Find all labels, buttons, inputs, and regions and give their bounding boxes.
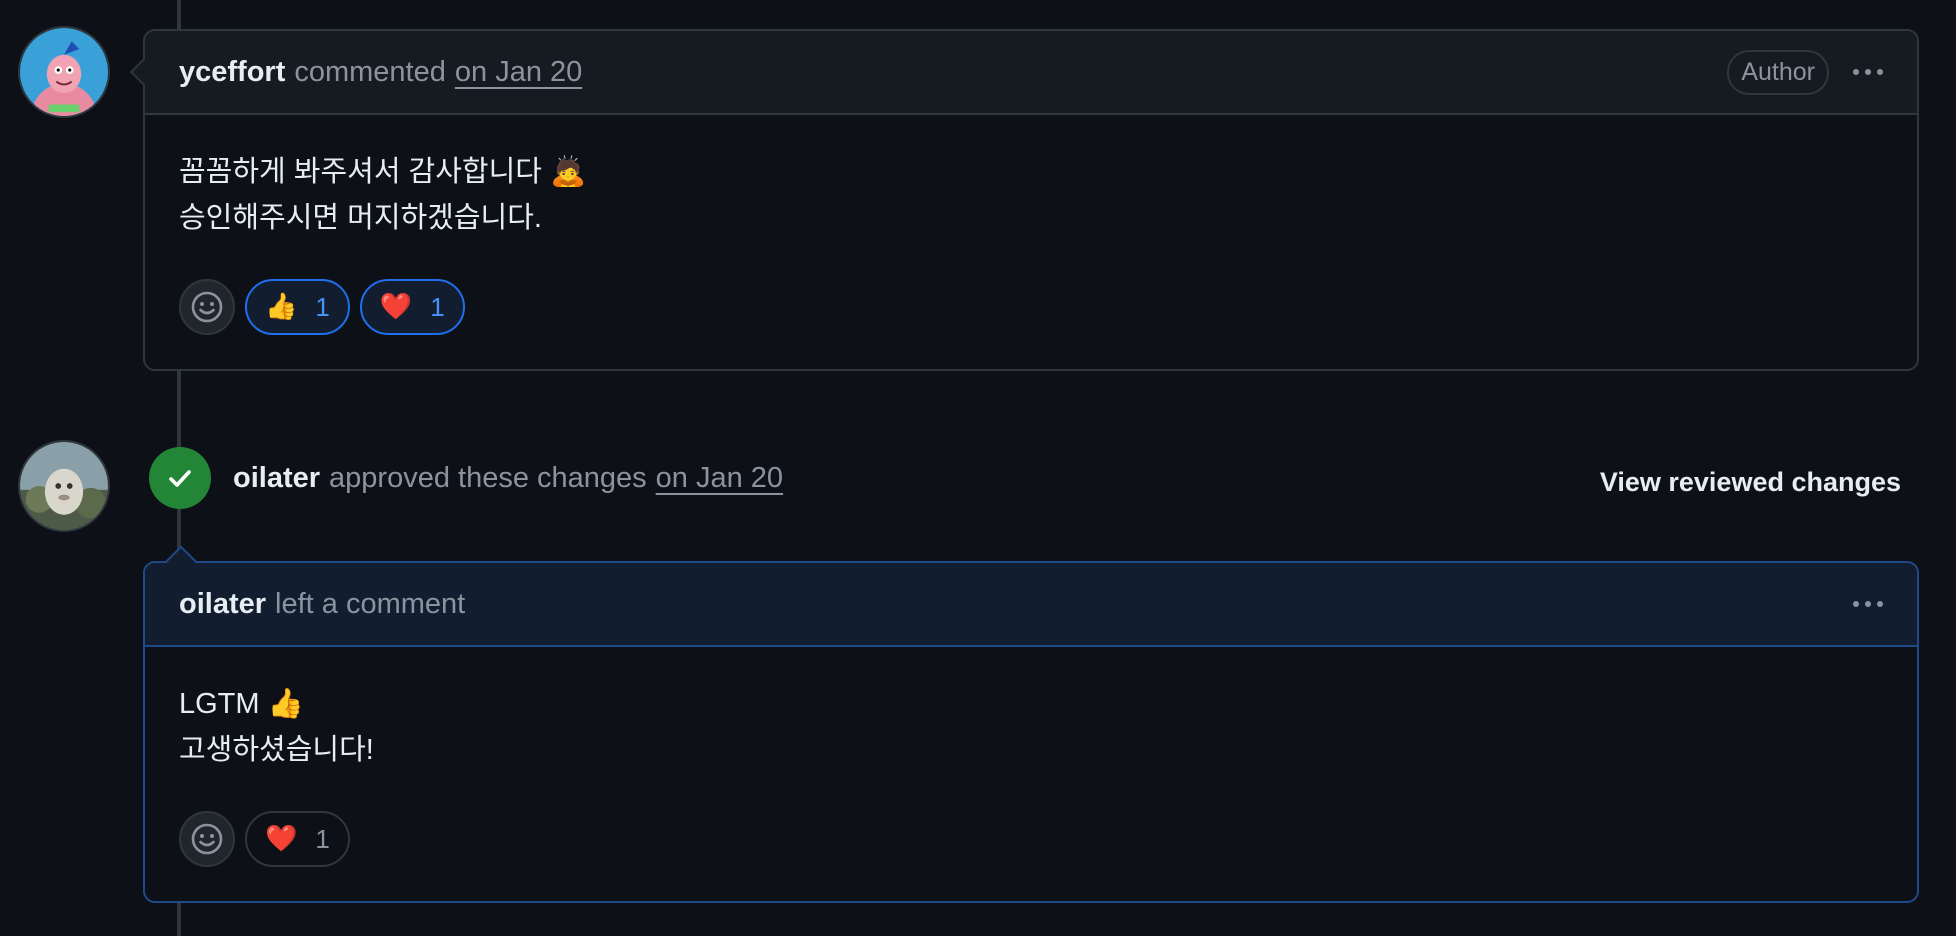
- comment-action: left a comment: [275, 587, 466, 620]
- comment-header: yceffort commented on Jan 20 Author: [129, 31, 1917, 115]
- reaction-count: 1: [315, 291, 330, 322]
- reactions-bar: 👍 1 ❤️ 1: [179, 279, 1883, 335]
- comment-action: commented: [294, 55, 446, 88]
- reactions-bar: ❤️ 1: [179, 811, 1883, 867]
- review-date-link[interactable]: on Jan 20: [656, 462, 783, 495]
- thumbs-up-icon: 👍: [265, 292, 298, 322]
- view-reviewed-changes-button[interactable]: View reviewed changes: [1600, 467, 1901, 498]
- comment-author[interactable]: oilater: [179, 588, 266, 621]
- reaction-count: 1: [430, 291, 445, 322]
- review-summary: oilater approved these changes on Jan 20: [233, 462, 783, 495]
- comment-date-link[interactable]: on Jan 20: [455, 56, 582, 89]
- smiley-icon: [191, 823, 223, 855]
- comment-body: LGTM 👍 고생하셨습니다! ❤️ 1: [145, 647, 1917, 867]
- review-action: approved these changes: [329, 462, 647, 494]
- comment-line: 고생하셨습니다!: [179, 734, 374, 766]
- comment-card-yceffort: yceffort commented on Jan 20 Author 꼼꼼하게…: [129, 29, 1919, 371]
- comment-body: 꼼꼼하게 봐주셔서 감사합니다 🙇 승인해주시면 머지하겠습니다. 👍 1 ❤️…: [145, 115, 1917, 335]
- avatar-yceffort[interactable]: [18, 26, 110, 118]
- reaction-heart[interactable]: ❤️ 1: [245, 811, 350, 867]
- add-reaction-button[interactable]: [179, 279, 235, 335]
- heart-icon: ❤️: [379, 292, 413, 322]
- heart-icon: ❤️: [265, 824, 298, 854]
- check-icon: [169, 470, 191, 487]
- kebab-icon[interactable]: [1853, 595, 1883, 613]
- comment-card-oilater: oilater left a comment LGTM 👍 고생하셨습니다! ❤…: [143, 545, 1919, 903]
- avatar-oilater[interactable]: [18, 440, 110, 532]
- pr-timeline: yceffort commented on Jan 20 Author 꼼꼼하게…: [0, 0, 1956, 936]
- avatar-image: [20, 442, 108, 530]
- comment-line: 승인해주시면 머지하겠습니다.: [179, 202, 542, 234]
- comment-header: oilater left a comment: [145, 545, 1917, 647]
- reaction-count: 1: [315, 823, 330, 854]
- smiley-icon: [191, 291, 223, 323]
- avatar-image: [20, 28, 108, 116]
- comment-author[interactable]: yceffort: [179, 56, 285, 89]
- approved-badge: [149, 447, 211, 509]
- author-badge: Author: [1727, 49, 1829, 95]
- kebab-icon[interactable]: [1853, 63, 1883, 81]
- add-reaction-button[interactable]: [179, 811, 235, 867]
- comment-line: 꼼꼼하게 봐주셔서 감사합니다 🙇: [179, 156, 587, 188]
- reaction-thumbs-up[interactable]: 👍 1: [245, 279, 350, 335]
- reaction-heart[interactable]: ❤️ 1: [359, 279, 465, 335]
- comment-line: LGTM 👍: [179, 688, 304, 720]
- review-author[interactable]: oilater: [233, 462, 320, 495]
- comment-pointer: [165, 545, 197, 577]
- comment-pointer: [129, 57, 159, 87]
